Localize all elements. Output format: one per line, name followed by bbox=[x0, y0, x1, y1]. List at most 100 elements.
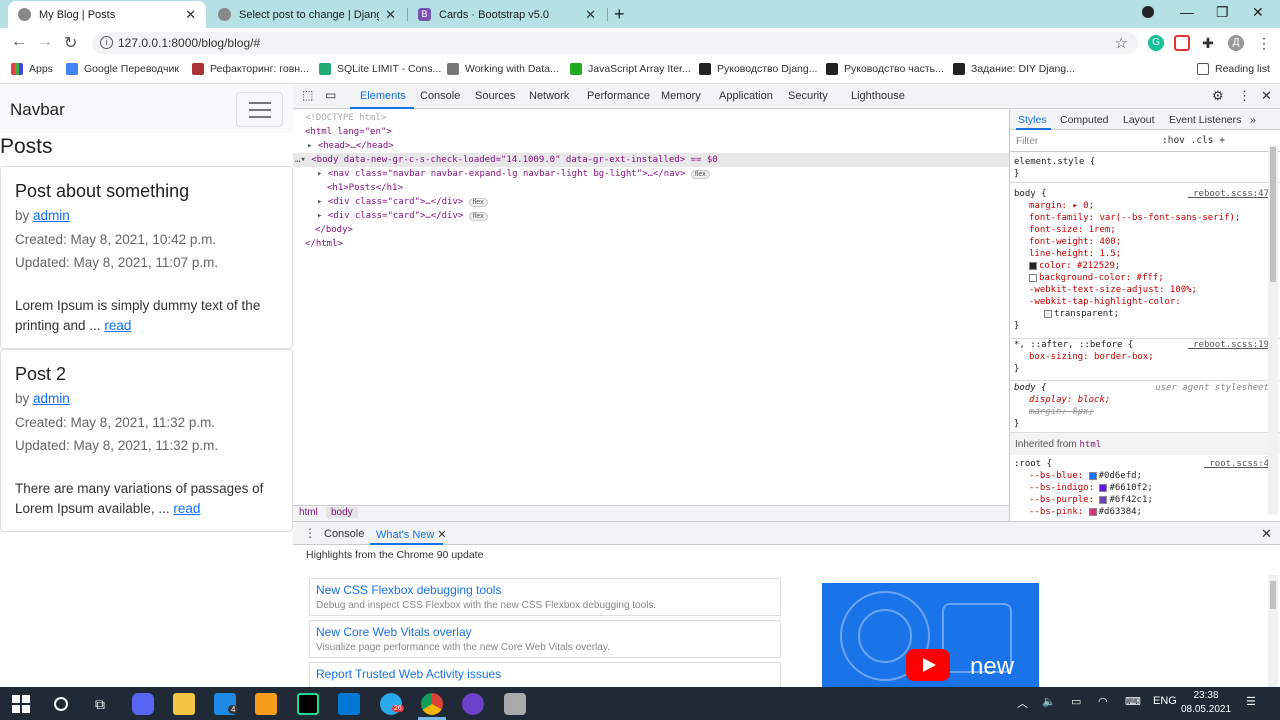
inherited-tag[interactable]: html bbox=[1079, 440, 1101, 450]
search-circle-icon[interactable] bbox=[50, 693, 72, 715]
new-tab-button[interactable]: + bbox=[614, 4, 625, 25]
telegram-icon[interactable]: 26 bbox=[380, 693, 404, 715]
youtube-play-icon[interactable] bbox=[906, 649, 950, 681]
tab-django-admin[interactable]: Select post to change | Django si ✕ bbox=[208, 1, 406, 28]
head-node[interactable]: ▸ <head>…</head> bbox=[307, 141, 394, 151]
css-property[interactable]: box-sizing: border-box; bbox=[1014, 351, 1269, 363]
tab-computed[interactable]: Computed bbox=[1060, 114, 1108, 126]
file-explorer-icon[interactable] bbox=[173, 693, 195, 715]
color-swatch[interactable] bbox=[1088, 471, 1097, 480]
close-window-button[interactable]: ✕ bbox=[1252, 4, 1264, 21]
css-property[interactable]: font-size: 1rem; bbox=[1014, 224, 1269, 236]
color-swatch[interactable] bbox=[1029, 273, 1037, 282]
nav-node[interactable]: ▸ <nav class="navbar navbar-expand-lg na… bbox=[317, 169, 710, 179]
maximize-button[interactable]: ❐ bbox=[1216, 4, 1229, 21]
rule-source-link[interactable]: _reboot.scss:19 bbox=[1188, 339, 1269, 351]
bookmark-guide-part[interactable]: Руководство часть... bbox=[826, 63, 944, 75]
tab-layout[interactable]: Layout bbox=[1123, 114, 1155, 126]
css-property[interactable]: display: block; bbox=[1014, 394, 1269, 406]
card-node[interactable]: ▸ <div class="card">…</div> flex bbox=[317, 197, 488, 207]
tab-security[interactable]: Security bbox=[788, 90, 828, 102]
css-property[interactable]: -webkit-text-size-adjust: 100%; bbox=[1014, 284, 1269, 296]
sublime-text-icon[interactable] bbox=[255, 693, 277, 715]
styles-filter-input[interactable]: Filter bbox=[1016, 136, 1038, 147]
tab-elements[interactable]: Elements bbox=[360, 90, 406, 102]
tab-event-listeners[interactable]: Event Listeners bbox=[1169, 114, 1241, 126]
body-node[interactable]: …▾ <body data-new-gr-c-s-check-loaded="1… bbox=[295, 155, 718, 165]
scrollbar-thumb[interactable] bbox=[1270, 581, 1276, 609]
close-tab-icon[interactable]: ✕ bbox=[585, 7, 596, 23]
html-node[interactable]: <html lang="en"> bbox=[305, 127, 392, 137]
color-swatch[interactable] bbox=[1029, 261, 1037, 270]
tab-application[interactable]: Application bbox=[719, 90, 773, 102]
grammarly-icon[interactable]: G bbox=[1148, 35, 1164, 51]
navbar-brand[interactable]: Navbar bbox=[10, 100, 65, 120]
tab-network[interactable]: Network bbox=[529, 90, 569, 102]
keyboard-icon[interactable]: ⌨ bbox=[1125, 695, 1141, 708]
wifi-icon[interactable]: ◠ bbox=[1098, 695, 1108, 708]
database-icon[interactable] bbox=[504, 693, 526, 715]
css-property[interactable]: line-height: 1.5; bbox=[1014, 248, 1269, 260]
breadcrumb-html[interactable]: html bbox=[299, 507, 318, 518]
close-tab-icon[interactable]: ✕ bbox=[437, 529, 446, 541]
close-tab-icon[interactable]: ✕ bbox=[385, 7, 396, 23]
close-drawer-icon[interactable]: ✕ bbox=[1261, 526, 1272, 542]
more-tabs-icon[interactable]: » bbox=[1250, 114, 1256, 126]
doctype-node[interactable]: <!DOCTYPE html> bbox=[305, 113, 386, 123]
flex-badge[interactable]: flex bbox=[468, 212, 488, 221]
close-devtools-icon[interactable]: ✕ bbox=[1261, 88, 1272, 104]
tray-chevron-icon[interactable]: ︿ bbox=[1017, 695, 1028, 711]
tab-console[interactable]: Console bbox=[420, 90, 460, 102]
flex-badge[interactable]: flex bbox=[468, 198, 488, 207]
device-toolbar-icon[interactable]: ▭ bbox=[325, 88, 336, 102]
color-swatch[interactable] bbox=[1044, 309, 1052, 318]
pycharm-icon[interactable] bbox=[297, 693, 319, 715]
mail-icon[interactable]: 4 bbox=[214, 693, 239, 715]
tab-bootstrap-cards[interactable]: B Cards · Bootstrap v5.0 ✕ bbox=[408, 1, 606, 28]
tab-sources[interactable]: Sources bbox=[475, 90, 515, 102]
profile-avatar[interactable]: Д bbox=[1228, 35, 1244, 51]
menu-kebab-icon[interactable]: ⋮ bbox=[1256, 35, 1272, 51]
breadcrumb-body[interactable]: body bbox=[326, 507, 358, 518]
color-swatch[interactable] bbox=[1088, 507, 1097, 516]
chrome-icon[interactable] bbox=[421, 693, 443, 715]
inspect-element-icon[interactable]: ⬚ bbox=[302, 88, 313, 102]
bookmark-star-icon[interactable]: ☆ bbox=[1115, 34, 1128, 52]
styles-scrollbar[interactable] bbox=[1268, 145, 1278, 515]
tab-lighthouse[interactable]: Lighthouse bbox=[851, 90, 905, 102]
task-view-icon[interactable]: ⧉ bbox=[89, 693, 111, 715]
vscode-icon[interactable] bbox=[338, 693, 360, 715]
extensions-puzzle-icon[interactable]: ✚ bbox=[1200, 35, 1216, 51]
card-node[interactable]: ▸ <div class="card">…</div> flex bbox=[317, 211, 488, 221]
bookmark-diy-django[interactable]: Задание: DIY Djang... bbox=[953, 63, 1075, 75]
bookmark-google-translate[interactable]: Google Переводчик bbox=[66, 63, 179, 75]
css-variable[interactable]: --bs-blue: #0d6efd; bbox=[1014, 470, 1269, 482]
discord-icon[interactable] bbox=[132, 693, 154, 715]
site-info-icon[interactable]: i bbox=[100, 36, 113, 49]
settings-gear-icon[interactable]: ⚙ bbox=[1212, 88, 1224, 104]
address-bar[interactable]: i 127.0.0.1:8000/blog/blog/# ☆ bbox=[92, 32, 1138, 54]
bookmark-js-array[interactable]: JavaScript Array Iter... bbox=[570, 63, 691, 75]
read-link[interactable]: read bbox=[104, 318, 131, 333]
tab-styles[interactable]: Styles bbox=[1018, 114, 1047, 126]
reading-list-button[interactable]: Reading list bbox=[1197, 63, 1270, 75]
volume-icon[interactable]: 🔈 bbox=[1042, 695, 1056, 708]
color-swatch[interactable] bbox=[1099, 495, 1108, 504]
system-clock[interactable]: 23:38 08.05.2021 bbox=[1178, 689, 1234, 717]
css-property[interactable]: background-color: #fff; bbox=[1014, 272, 1269, 284]
body-close-node[interactable]: </body> bbox=[315, 225, 353, 235]
drawer-menu-icon[interactable]: ⋮ bbox=[304, 526, 316, 540]
navbar-toggler-button[interactable] bbox=[236, 92, 283, 127]
github-desktop-icon[interactable] bbox=[462, 693, 484, 715]
styles-filter-options[interactable]: :hov .cls + bbox=[1162, 135, 1225, 146]
tab-performance[interactable]: Performance bbox=[587, 90, 650, 102]
whats-new-item[interactable]: New Core Web Vitals overlay Visualize pa… bbox=[309, 620, 781, 658]
read-link[interactable]: read bbox=[173, 501, 200, 516]
devtools-menu-icon[interactable]: ⋮ bbox=[1238, 88, 1251, 104]
drawer-tab-console[interactable]: Console bbox=[324, 528, 364, 540]
back-button[interactable]: ← bbox=[11, 33, 27, 51]
bookmark-django-guide[interactable]: Руководство Djang... bbox=[699, 63, 817, 75]
css-variable[interactable]: --bs-indigo: #6610f2; bbox=[1014, 482, 1269, 494]
h1-node[interactable]: <h1>Posts</h1> bbox=[327, 183, 403, 193]
drawer-tab-whats-new[interactable]: What's New ✕ bbox=[376, 528, 447, 541]
